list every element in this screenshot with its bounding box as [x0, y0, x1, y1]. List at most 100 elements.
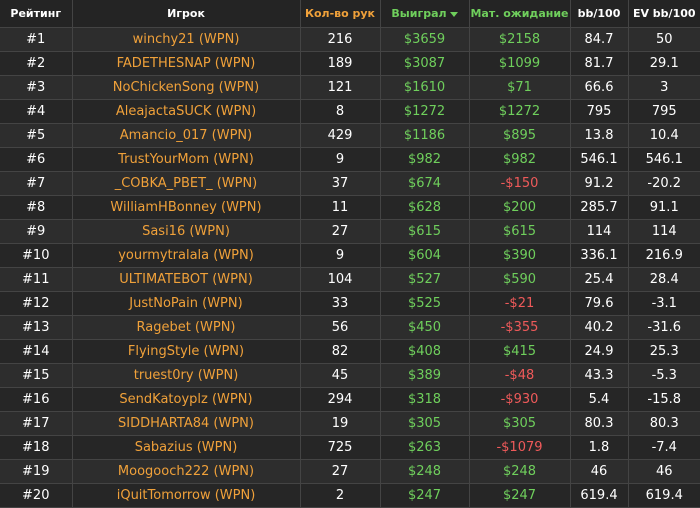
- won-cell: $615: [379, 219, 469, 244]
- ev-cell: -$48: [468, 363, 570, 388]
- won-cell: $263: [379, 435, 469, 460]
- evbb100-cell: 10.4: [627, 123, 700, 148]
- leaderboard-table: Рейтинг Игрок Кол-во рук Выиграл Мат. ож…: [0, 0, 700, 508]
- table-row[interactable]: #17 SIDDHARTA84 (WPN) 19 $305 $305 80.3 80.3: [0, 411, 700, 436]
- table-row[interactable]: #16 SendKatoyplz (WPN) 294 $318 -$930 5.4 -15.…: [0, 387, 700, 412]
- table-body: #1 winchy21 (WPN) 216 $3659 $2158 84.7 50 #2 FAD…: [0, 27, 700, 508]
- player-link[interactable]: TrustYourMom (WPN): [71, 147, 300, 172]
- bb100-cell: 43.3: [569, 363, 628, 388]
- bb100-cell: 24.9: [569, 339, 628, 364]
- table-header: Рейтинг Игрок Кол-во рук Выиграл Мат. ож…: [0, 0, 700, 28]
- player-link[interactable]: Moogooch222 (WPN): [71, 459, 300, 484]
- hands-cell: 216: [299, 27, 380, 52]
- rank-cell: #19: [0, 459, 72, 484]
- bb100-cell: 80.3: [569, 411, 628, 436]
- player-link[interactable]: _COBKA_PBET_ (WPN): [71, 171, 300, 196]
- hands-cell: 189: [299, 51, 380, 76]
- player-link[interactable]: WilliamHBonney (WPN): [71, 195, 300, 220]
- rank-cell: #4: [0, 99, 72, 124]
- won-cell: $305: [379, 411, 469, 436]
- evbb100-cell: -31.6: [627, 315, 700, 340]
- ev-cell: $2158: [468, 27, 570, 52]
- ev-cell: $200: [468, 195, 570, 220]
- table-row[interactable]: #1 winchy21 (WPN) 216 $3659 $2158 84.7 50: [0, 27, 700, 52]
- header-evbb100[interactable]: EV bb/100: [627, 0, 700, 28]
- table-row[interactable]: #7 _COBKA_PBET_ (WPN) 37 $674 -$150 91.2 -20.2: [0, 171, 700, 196]
- ev-cell: $305: [468, 411, 570, 436]
- table-row[interactable]: #18 Sabazius (WPN) 725 $263 -$1079 1.8 -7.4: [0, 435, 700, 460]
- hands-cell: 294: [299, 387, 380, 412]
- ev-cell: $248: [468, 459, 570, 484]
- sort-desc-icon: [449, 11, 458, 17]
- player-link[interactable]: yourmytralala (WPN): [71, 243, 300, 268]
- bb100-cell: 5.4: [569, 387, 628, 412]
- bb100-cell: 81.7: [569, 51, 628, 76]
- player-link[interactable]: FlyingStyle (WPN): [71, 339, 300, 364]
- table-row[interactable]: #6 TrustYourMom (WPN) 9 $982 $982 546.1 546.1: [0, 147, 700, 172]
- evbb100-cell: 28.4: [627, 267, 700, 292]
- table-row[interactable]: #19 Moogooch222 (WPN) 27 $248 $248 46 46: [0, 459, 700, 484]
- ev-cell: -$930: [468, 387, 570, 412]
- bb100-cell: 114: [569, 219, 628, 244]
- player-link[interactable]: SendKatoyplz (WPN): [71, 387, 300, 412]
- table-row[interactable]: #5 Amancio_017 (WPN) 429 $1186 $895 13.8 10.4: [0, 123, 700, 148]
- won-cell: $628: [379, 195, 469, 220]
- player-link[interactable]: winchy21 (WPN): [71, 27, 300, 52]
- won-cell: $604: [379, 243, 469, 268]
- evbb100-cell: 46: [627, 459, 700, 484]
- ev-cell: -$21: [468, 291, 570, 316]
- rank-cell: #12: [0, 291, 72, 316]
- player-link[interactable]: ULTIMATEBOT (WPN): [71, 267, 300, 292]
- evbb100-cell: 3: [627, 75, 700, 100]
- table-row[interactable]: #3 NoChickenSong (WPN) 121 $1610 $71 66.6 3: [0, 75, 700, 100]
- bb100-cell: 84.7: [569, 27, 628, 52]
- player-link[interactable]: FADETHESNAP (WPN): [71, 51, 300, 76]
- table-row[interactable]: #2 FADETHESNAP (WPN) 189 $3087 $1099 81.7 29.1: [0, 51, 700, 76]
- header-rank[interactable]: Рейтинг: [0, 0, 72, 28]
- table-row[interactable]: #9 Sasi16 (WPN) 27 $615 $615 114 114: [0, 219, 700, 244]
- ev-cell: $71: [468, 75, 570, 100]
- won-cell: $527: [379, 267, 469, 292]
- rank-cell: #1: [0, 27, 72, 52]
- table-row[interactable]: #8 WilliamHBonney (WPN) 11 $628 $200 285.7 91.…: [0, 195, 700, 220]
- player-link[interactable]: JustNoPain (WPN): [71, 291, 300, 316]
- table-row[interactable]: #14 FlyingStyle (WPN) 82 $408 $415 24.9 25.3: [0, 339, 700, 364]
- table-row[interactable]: #15 truest0ry (WPN) 45 $389 -$48 43.3 -5.3: [0, 363, 700, 388]
- header-won[interactable]: Выиграл: [379, 0, 469, 28]
- player-link[interactable]: Sasi16 (WPN): [71, 219, 300, 244]
- ev-cell: $390: [468, 243, 570, 268]
- won-cell: $525: [379, 291, 469, 316]
- player-link[interactable]: NoChickenSong (WPN): [71, 75, 300, 100]
- player-link[interactable]: AleajactaSUCK (WPN): [71, 99, 300, 124]
- player-link[interactable]: SIDDHARTA84 (WPN): [71, 411, 300, 436]
- table-row[interactable]: #4 AleajactaSUCK (WPN) 8 $1272 $1272 795 795: [0, 99, 700, 124]
- bb100-cell: 66.6: [569, 75, 628, 100]
- evbb100-cell: 29.1: [627, 51, 700, 76]
- rank-cell: #11: [0, 267, 72, 292]
- won-cell: $248: [379, 459, 469, 484]
- hands-cell: 19: [299, 411, 380, 436]
- ev-cell: -$150: [468, 171, 570, 196]
- evbb100-cell: -20.2: [627, 171, 700, 196]
- header-player[interactable]: Игрок: [71, 0, 300, 28]
- ev-cell: $590: [468, 267, 570, 292]
- player-link[interactable]: Amancio_017 (WPN): [71, 123, 300, 148]
- table-row[interactable]: #10 yourmytralala (WPN) 9 $604 $390 336.1 216.…: [0, 243, 700, 268]
- player-link[interactable]: Ragebet (WPN): [71, 315, 300, 340]
- evbb100-cell: 795: [627, 99, 700, 124]
- evbb100-cell: 114: [627, 219, 700, 244]
- table-row[interactable]: #13 Ragebet (WPN) 56 $450 -$355 40.2 -31.6: [0, 315, 700, 340]
- won-cell: $318: [379, 387, 469, 412]
- hands-cell: 82: [299, 339, 380, 364]
- table-row[interactable]: #12 JustNoPain (WPN) 33 $525 -$21 79.6 -3.1: [0, 291, 700, 316]
- hands-cell: 104: [299, 267, 380, 292]
- header-ev[interactable]: Мат. ожидание: [468, 0, 570, 28]
- won-cell: $982: [379, 147, 469, 172]
- header-hands[interactable]: Кол-во рук: [299, 0, 380, 28]
- player-link[interactable]: truest0ry (WPN): [71, 363, 300, 388]
- header-bb100[interactable]: bb/100: [569, 0, 628, 28]
- rank-cell: #9: [0, 219, 72, 244]
- player-link[interactable]: Sabazius (WPN): [71, 435, 300, 460]
- table-row[interactable]: #11 ULTIMATEBOT (WPN) 104 $527 $590 25.4 28.4: [0, 267, 700, 292]
- bb100-cell: 79.6: [569, 291, 628, 316]
